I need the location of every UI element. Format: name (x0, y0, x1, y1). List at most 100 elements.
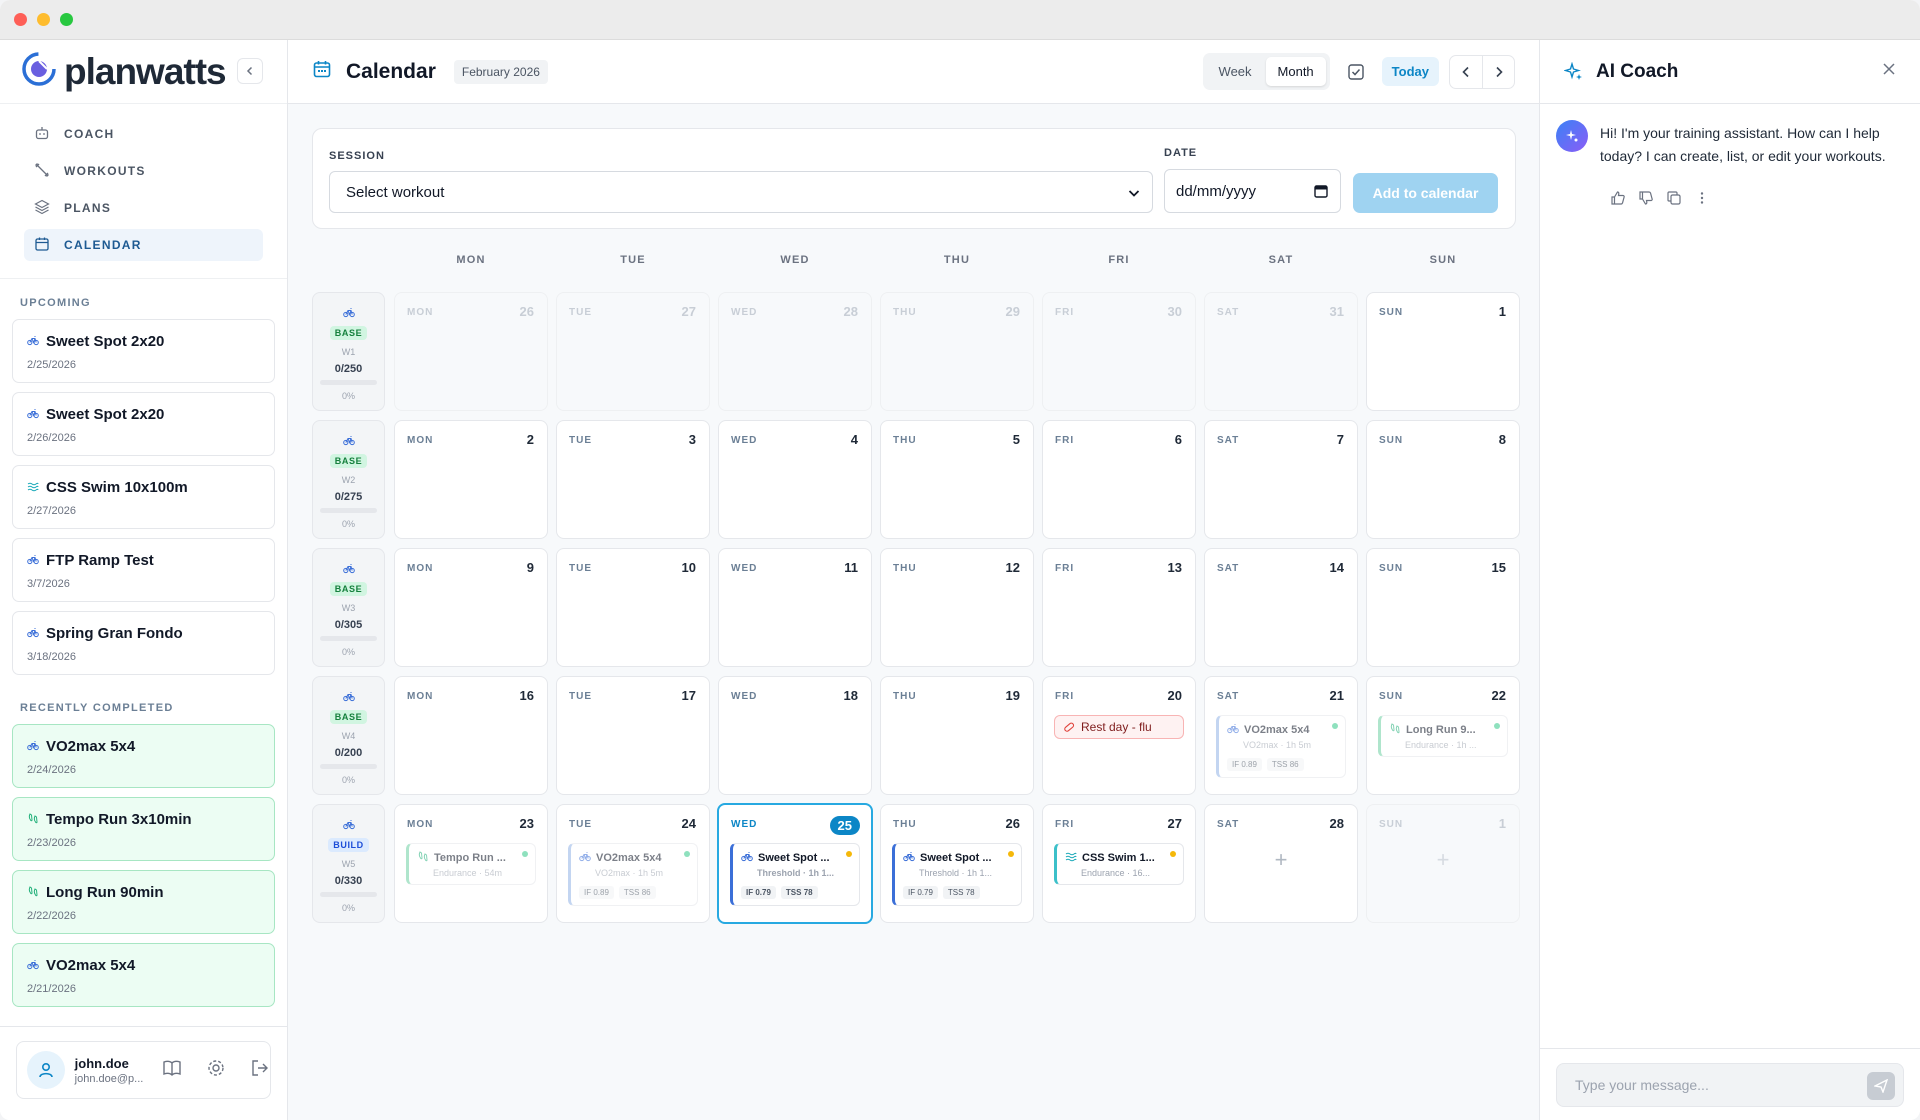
calendar-day[interactable]: WED 28 (718, 292, 872, 411)
prev-month-button[interactable] (1450, 56, 1482, 88)
upcoming-workout-card[interactable]: Sweet Spot 2x20 2/25/2026 (12, 319, 275, 383)
calendar-day[interactable]: TUE 10 (556, 548, 710, 667)
week-summary[interactable]: BASE W2 0/275 0% (312, 420, 385, 539)
calendar-day[interactable]: THU 5 (880, 420, 1034, 539)
add-session-button[interactable]: + (1367, 847, 1519, 873)
calendar-day[interactable]: SAT 28 + (1204, 804, 1358, 923)
copy-button[interactable] (1666, 190, 1682, 211)
completed-workout-card[interactable]: Long Run 90min 2/22/2026 (12, 870, 275, 934)
send-button[interactable] (1867, 1072, 1895, 1100)
upcoming-label: UPCOMING (20, 297, 91, 309)
thumbs-down-button[interactable] (1638, 190, 1654, 211)
upcoming-workout-card[interactable]: CSS Swim 10x100m 2/27/2026 (12, 465, 275, 529)
week-summary[interactable]: BASE W1 0/250 0% (312, 292, 385, 411)
bike-icon (313, 689, 384, 707)
calendar-day[interactable]: TUE 27 (556, 292, 710, 411)
calendar-picker-icon[interactable] (1314, 184, 1328, 198)
select-mode-button[interactable] (1340, 56, 1372, 88)
today-button[interactable]: Today (1381, 57, 1439, 86)
calendar-day[interactable]: SAT 31 (1204, 292, 1358, 411)
calendar-day[interactable]: TUE 24 VO2max 5x4 VO2max · 1h 5m IF 0.89 TSS … (556, 804, 710, 923)
date-input[interactable]: dd/mm/yyyy (1164, 169, 1341, 213)
calendar-day[interactable]: SUN 1 (1366, 292, 1520, 411)
settings-button[interactable] (206, 1058, 226, 1083)
calendar-event[interactable]: Long Run 9... Endurance · 1h ... (1378, 715, 1508, 757)
avatar[interactable] (27, 1051, 65, 1089)
calendar-day[interactable]: MON 23 Tempo Run ... Endurance · 54m (394, 804, 548, 923)
calendar-day[interactable]: WED 18 (718, 676, 872, 795)
rest-day-badge[interactable]: Rest day - flu (1054, 715, 1184, 739)
calendar-day[interactable]: THU 26 Sweet Spot ... Threshold · 1h 1... IF… (880, 804, 1034, 923)
calendar-day[interactable]: SUN 22 Long Run 9... Endurance · 1h ... (1366, 676, 1520, 795)
calendar-day[interactable]: SAT 7 (1204, 420, 1358, 539)
maximize-window-button[interactable] (60, 13, 73, 26)
calendar-day[interactable]: SAT 21 VO2max 5x4 VO2max · 1h 5m IF 0.89 TSS … (1204, 676, 1358, 795)
calendar-day[interactable]: SAT 14 (1204, 548, 1358, 667)
message-input[interactable]: Type your message... (1556, 1063, 1904, 1107)
day-name: THU (893, 819, 917, 830)
calendar-day[interactable]: WED 4 (718, 420, 872, 539)
upcoming-workout-card[interactable]: Sweet Spot 2x20 2/26/2026 (12, 392, 275, 456)
calendar-event[interactable]: Sweet Spot ... Threshold · 1h 1... IF 0.79… (892, 843, 1022, 906)
minimize-window-button[interactable] (37, 13, 50, 26)
intensity-factor: IF 0.79 (903, 886, 938, 899)
close-coach-button[interactable] (1882, 62, 1896, 81)
nav-item-coach[interactable]: COACH (24, 118, 263, 150)
weekday-header: WED (780, 254, 810, 266)
bike-icon (27, 957, 39, 974)
calendar-day[interactable]: THU 19 (880, 676, 1034, 795)
calendar-day[interactable]: THU 29 (880, 292, 1034, 411)
completed-workout-card[interactable]: VO2max 5x4 2/21/2026 (12, 943, 275, 1007)
calendar-day[interactable]: WED 11 (718, 548, 872, 667)
calendar-day[interactable]: MON 9 (394, 548, 548, 667)
calendar-day[interactable]: FRI 30 (1042, 292, 1196, 411)
calendar-event[interactable]: VO2max 5x4 VO2max · 1h 5m IF 0.89 TSS 86 (1216, 715, 1346, 778)
week-summary[interactable]: BASE W3 0/305 0% (312, 548, 385, 667)
week-summary[interactable]: BASE W4 0/200 0% (312, 676, 385, 795)
week-view-button[interactable]: Week (1207, 57, 1264, 86)
calendar-day[interactable]: FRI 20 Rest day - flu (1042, 676, 1196, 795)
calendar-day[interactable]: MON 2 (394, 420, 548, 539)
nav-item-workouts[interactable]: WORKOUTS (24, 155, 263, 187)
calendar-day[interactable]: THU 12 (880, 548, 1034, 667)
phase-badge: BASE (329, 454, 368, 468)
month-view-button[interactable]: Month (1265, 57, 1326, 86)
bike-icon (313, 817, 384, 835)
week-progress-percent: 0% (341, 391, 355, 401)
next-month-button[interactable] (1482, 55, 1514, 88)
day-name: MON (407, 563, 434, 574)
upcoming-workout-card[interactable]: Spring Gran Fondo 3/18/2026 (12, 611, 275, 675)
calendar-day-today[interactable]: WED 25 Sweet Spot ... Threshold · 1h 1... IF… (717, 803, 873, 924)
upcoming-workout-card[interactable]: FTP Ramp Test 3/7/2026 (12, 538, 275, 602)
collapse-sidebar-button[interactable] (237, 58, 263, 84)
calendar-day[interactable]: FRI 27 CSS Swim 1... Endurance · 16... (1042, 804, 1196, 923)
completed-workout-card[interactable]: Tempo Run 3x10min 2/23/2026 (12, 797, 275, 861)
close-window-button[interactable] (14, 13, 27, 26)
calendar-event[interactable]: Tempo Run ... Endurance · 54m (406, 843, 536, 885)
logout-button[interactable] (250, 1058, 270, 1083)
calendar-day[interactable]: MON 26 (394, 292, 548, 411)
calendar-event[interactable]: CSS Swim 1... Endurance · 16... (1054, 843, 1184, 885)
calendar-day[interactable]: SUN 1 + (1366, 804, 1520, 923)
workout-select[interactable]: Select workout (329, 171, 1153, 213)
thumbs-up-button[interactable] (1610, 190, 1626, 211)
calendar-event[interactable]: Sweet Spot ... Threshold · 1h 1... IF 0.79… (730, 843, 860, 906)
calendar-day[interactable]: SUN 8 (1366, 420, 1520, 539)
calendar-day[interactable]: MON 16 (394, 676, 548, 795)
week-summary[interactable]: BUILD W5 0/330 0% (312, 804, 385, 923)
add-to-calendar-button[interactable]: Add to calendar (1353, 173, 1498, 213)
nav-item-calendar[interactable]: CALENDAR (24, 229, 263, 261)
docs-button[interactable] (162, 1058, 182, 1083)
pill-icon (1064, 722, 1075, 732)
add-session-button[interactable]: + (1205, 847, 1357, 873)
calendar-day[interactable]: TUE 17 (556, 676, 710, 795)
calendar-day[interactable]: FRI 13 (1042, 548, 1196, 667)
calendar-day[interactable]: SUN 15 (1366, 548, 1520, 667)
calendar-day[interactable]: TUE 3 (556, 420, 710, 539)
calendar-event[interactable]: VO2max 5x4 VO2max · 1h 5m IF 0.89 TSS 86 (568, 843, 698, 906)
completed-workout-card[interactable]: VO2max 5x4 2/24/2026 (12, 724, 275, 788)
nav-item-plans[interactable]: PLANS (24, 192, 263, 224)
upcoming-list: Sweet Spot 2x20 2/25/2026 Sweet Spot 2x20 2… (0, 319, 287, 684)
more-options-button[interactable] (1694, 190, 1710, 211)
calendar-day[interactable]: FRI 6 (1042, 420, 1196, 539)
